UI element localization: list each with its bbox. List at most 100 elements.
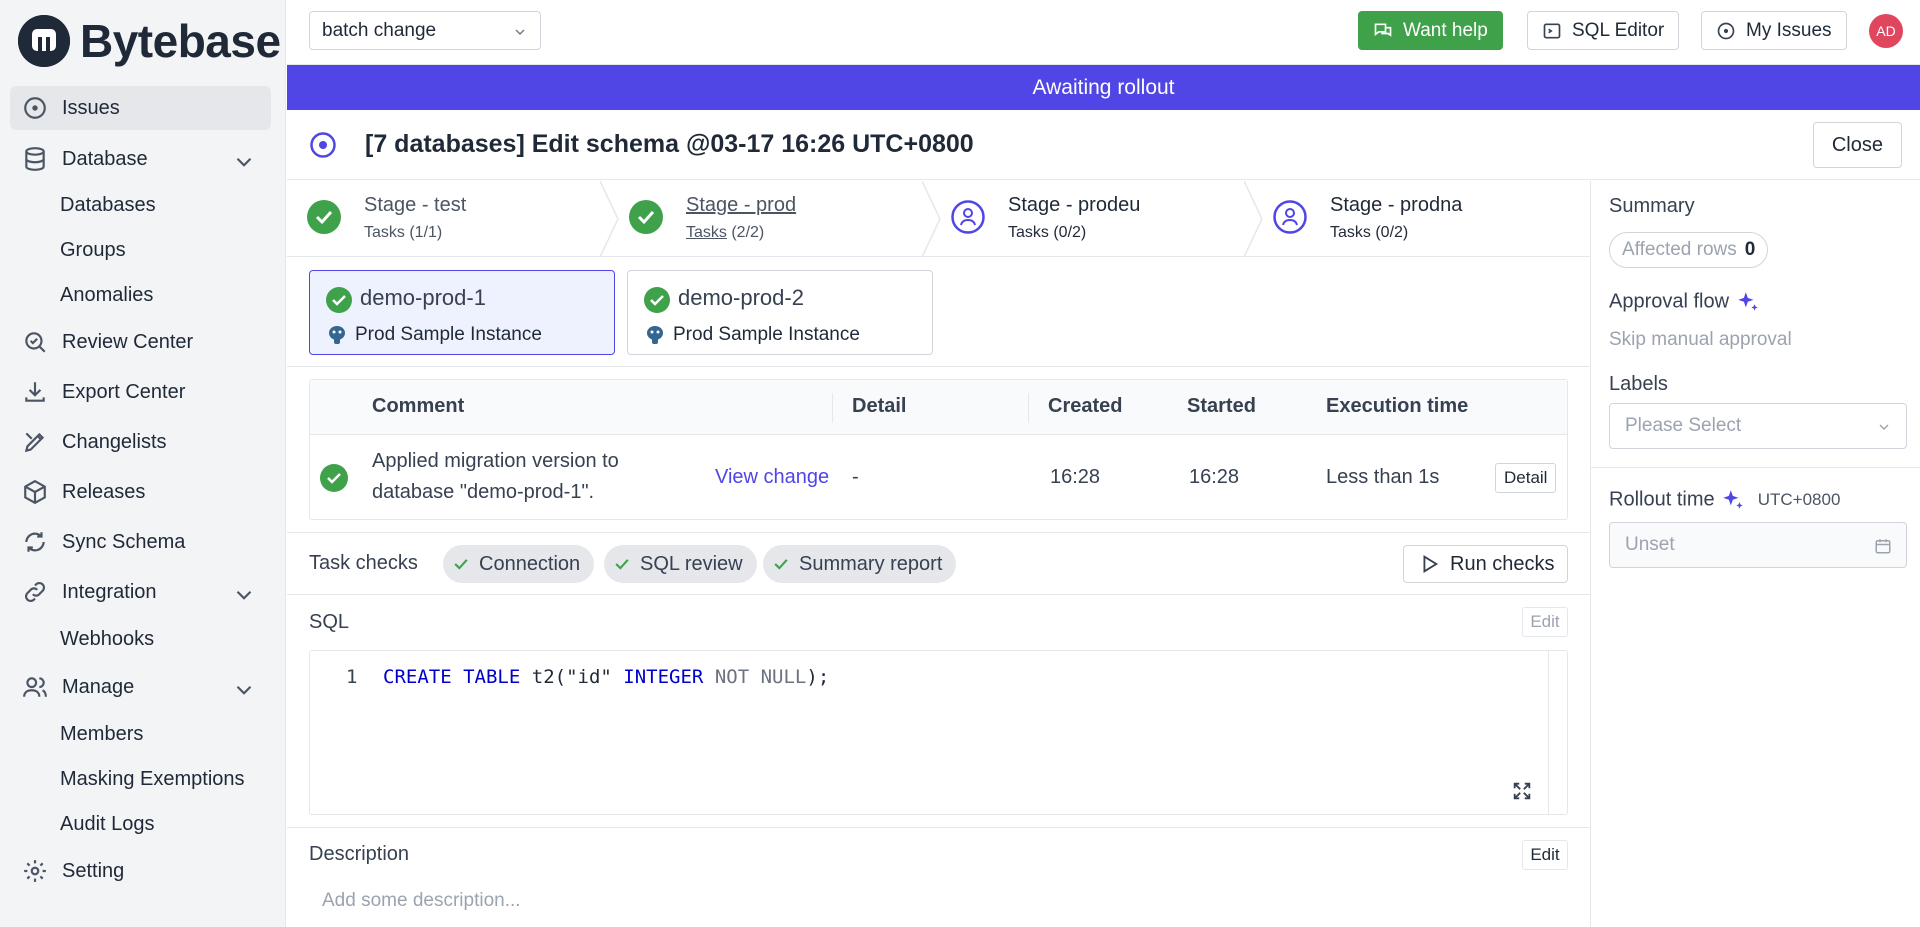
stage-name: Stage - prodna [1330, 194, 1463, 216]
chevron-down-icon [236, 685, 252, 695]
sidebar-item-changelists[interactable]: Changelists [10, 420, 271, 464]
sidebar-sub-members[interactable]: Members [60, 723, 143, 746]
stage-name: Stage - test [364, 194, 467, 216]
stage-name: Stage - prodeu [1008, 194, 1141, 216]
run-checks-button[interactable]: Run checks [1403, 545, 1568, 583]
divider [1591, 467, 1920, 468]
labels-placeholder: Please Select [1625, 415, 1742, 436]
task-run-table: Comment Detail Created Started Execution… [309, 379, 1568, 520]
calendar-icon [1875, 539, 1891, 554]
detail-button[interactable]: Detail [1495, 463, 1557, 493]
expand-icon[interactable] [1511, 780, 1533, 802]
status-banner: Awaiting rollout [287, 65, 1920, 110]
pen-tool-icon [24, 432, 45, 453]
sidebar-item-export-center[interactable]: Export Center [10, 370, 271, 414]
labels-select[interactable]: Please Select [1609, 403, 1907, 449]
user-circle-icon [951, 200, 985, 234]
task-card-demo-prod-2[interactable]: demo-prod-2 Prod Sample Instance [627, 270, 933, 355]
sql-editor-button[interactable]: SQL Editor [1527, 11, 1680, 50]
chevron-down-icon [515, 29, 525, 35]
affected-rows-label: Affected rows [1622, 239, 1737, 260]
stage-test[interactable]: Stage - test Tasks (1/1) [287, 181, 597, 257]
my-issues-label: My Issues [1746, 19, 1832, 41]
stage-prodeu[interactable]: Stage - prodeu Tasks (0/2) [931, 181, 1241, 257]
task-instance: Prod Sample Instance [673, 324, 860, 345]
avatar[interactable]: AD [1869, 14, 1903, 48]
sidebar-item-label: Integration [62, 580, 157, 603]
task-card-demo-prod-1[interactable]: demo-prod-1 Prod Sample Instance [309, 270, 615, 355]
run-execution-time: Less than 1s [1326, 466, 1440, 488]
sql-editor[interactable]: 1 CREATE TABLE t2("id" INTEGER NOT NULL)… [309, 650, 1568, 815]
sidebar: Bytebase Issues Database Databases Group… [0, 0, 286, 927]
stage-tasks-label: Tasks [686, 224, 727, 241]
rollout-time-picker[interactable]: Unset [1609, 522, 1907, 568]
want-help-label: Want help [1403, 19, 1488, 41]
sidebar-sub-databases[interactable]: Databases [60, 194, 156, 217]
check-connection[interactable]: Connection [443, 545, 595, 583]
check-label: Connection [479, 552, 581, 575]
view-change-link[interactable]: View change [715, 466, 829, 489]
link-icon [25, 582, 45, 602]
stage-tasks: Tasks (0/2) [1330, 224, 1409, 241]
sidebar-item-label: Manage [62, 675, 135, 698]
sidebar-item-setting[interactable]: Setting [10, 849, 271, 893]
sidebar-item-manage[interactable]: Manage [10, 665, 271, 709]
sql-code: CREATE TABLE t2("id" INTEGER NOT NULL); [383, 666, 830, 688]
column-header-created: Created [1048, 395, 1123, 417]
sidebar-sub-groups[interactable]: Groups [60, 239, 126, 262]
column-divider [832, 393, 833, 423]
sidebar-item-review-center[interactable]: Review Center [10, 320, 271, 364]
check-circle-icon [629, 200, 663, 234]
postgres-icon [329, 326, 345, 344]
task-instance: Prod Sample Instance [355, 324, 542, 345]
download-icon [25, 382, 45, 402]
run-detail: - [852, 466, 859, 488]
check-summary-report[interactable]: Summary report [763, 545, 957, 583]
sidebar-item-label: Review Center [62, 330, 194, 353]
sparkles-icon [1737, 292, 1758, 311]
sidebar-item-database[interactable]: Database [10, 137, 271, 181]
sidebar-item-sync-schema[interactable]: Sync Schema [10, 520, 271, 564]
rollout-timezone: UTC+0800 [1757, 490, 1841, 510]
run-created: 16:28 [1050, 466, 1101, 488]
sidebar-item-label: Sync Schema [62, 530, 186, 553]
column-header-detail: Detail [852, 395, 907, 417]
description-label: Description [309, 843, 410, 865]
chevron-down-icon [236, 590, 252, 600]
task-checks-label: Task checks [309, 552, 418, 574]
description-placeholder[interactable]: Add some description... [322, 890, 521, 912]
stage-prodna[interactable]: Stage - prodna Tasks (0/2) [1253, 181, 1563, 257]
sidebar-item-issues[interactable]: Issues [10, 86, 271, 130]
rollout-time-value: Unset [1625, 534, 1675, 555]
circle-dot-icon [1717, 22, 1735, 39]
run-started: 16:28 [1189, 466, 1240, 488]
close-button[interactable]: Close [1812, 122, 1902, 168]
bytebase-logo-icon [18, 15, 70, 67]
editor-scrollbar[interactable] [1548, 651, 1567, 814]
chevron-down-icon [1879, 424, 1889, 430]
sidebar-item-releases[interactable]: Releases [10, 470, 271, 514]
my-issues-button[interactable]: My Issues [1701, 11, 1847, 50]
sidebar-sub-audit-logs[interactable]: Audit Logs [60, 813, 155, 836]
terminal-icon [1543, 23, 1561, 38]
stage-prod[interactable]: Stage - prod Tasks (2/2) [609, 181, 919, 257]
bytebase-logo[interactable]: Bytebase [18, 14, 281, 68]
want-help-button[interactable]: Want help [1358, 11, 1503, 50]
stage-tasks: Tasks (0/2) [1008, 224, 1087, 241]
search-icon [25, 332, 46, 353]
sidebar-item-label: Issues [62, 96, 120, 119]
check-sql-review[interactable]: SQL review [604, 545, 757, 583]
sidebar-item-integration[interactable]: Integration [10, 570, 271, 614]
sidebar-item-label: Releases [62, 480, 146, 503]
database-icon [25, 147, 45, 171]
project-select[interactable]: batch change [309, 11, 541, 50]
check-circle-icon [644, 287, 670, 313]
right-panel: Summary Affected rows 0 Approval flow Sk… [1590, 181, 1920, 927]
sql-edit-button[interactable]: Edit [1522, 607, 1568, 637]
sidebar-sub-anomalies[interactable]: Anomalies [60, 284, 153, 307]
sidebar-sub-masking-exemptions[interactable]: Masking Exemptions [60, 768, 245, 791]
task-name: demo-prod-1 [360, 285, 486, 310]
sidebar-sub-webhooks[interactable]: Webhooks [60, 628, 154, 651]
check-label: Summary report [799, 552, 943, 575]
description-edit-button[interactable]: Edit [1522, 840, 1568, 870]
